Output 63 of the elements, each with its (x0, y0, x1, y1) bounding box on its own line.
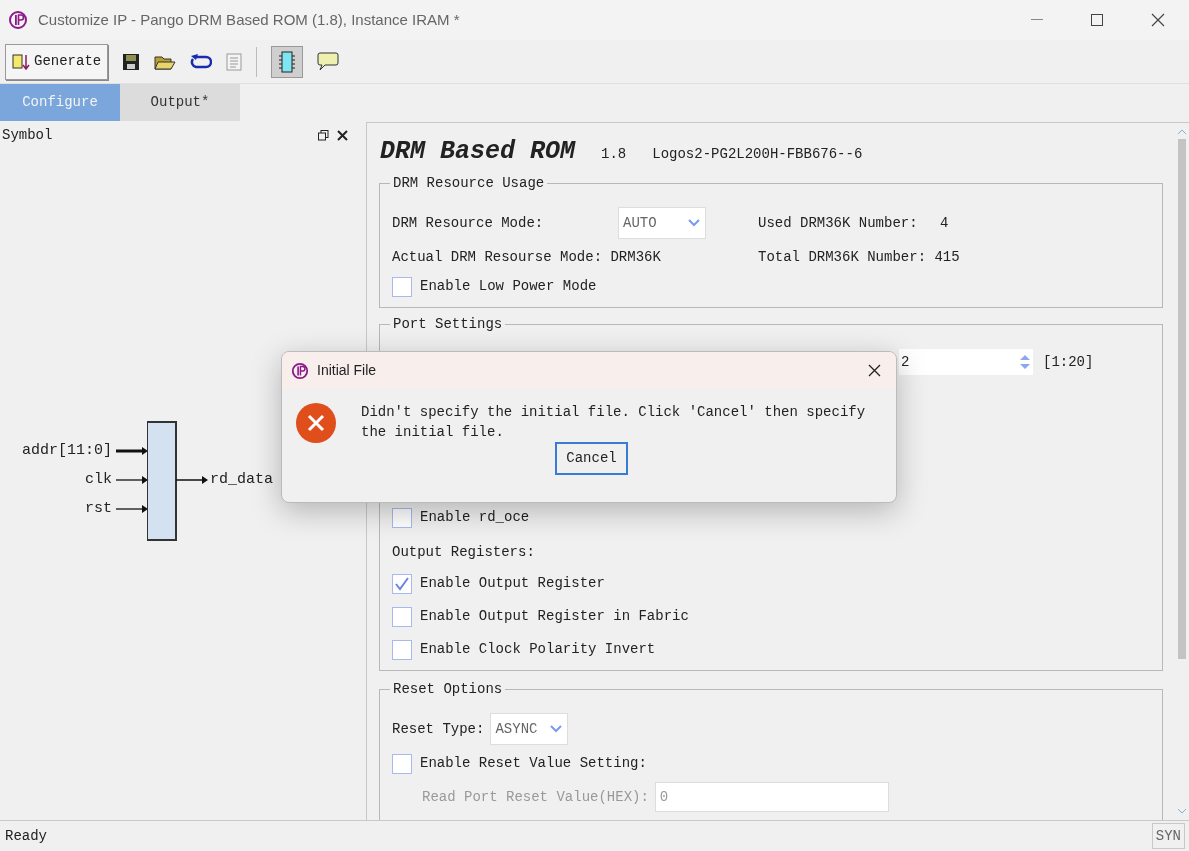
checkbox-label: Enable Clock Polarity Invert (420, 640, 656, 659)
checkbox-label: Enable Reset Value Setting: (420, 754, 647, 773)
status-text: Ready (4, 826, 48, 846)
group-title: DRM Resource Usage (390, 174, 548, 192)
window-title: Customize IP - Pango DRM Based ROM (1.8), Instance IRAM * (38, 9, 461, 30)
checkbox[interactable] (392, 753, 412, 774)
chevron-down-icon (549, 724, 564, 734)
checkbox-label: Enable Output Register (420, 574, 605, 593)
chip-icon (278, 50, 297, 73)
scroll-down-icon[interactable] (1177, 806, 1187, 816)
generate-icon (12, 52, 30, 71)
field-label: DRM Resource Mode: (392, 213, 545, 233)
pin-label: addr[11:0] (22, 442, 112, 460)
ip-logo-icon (291, 361, 309, 380)
pin-label: rst (85, 500, 112, 518)
generate-button[interactable]: Generate (5, 43, 109, 80)
refresh-icon[interactable] (190, 53, 213, 70)
ip-title: DRM Based ROM (380, 137, 576, 167)
close-icon[interactable] (337, 129, 348, 141)
maximize-icon[interactable] (1091, 14, 1103, 26)
mode-dropdown[interactable]: AUTO (618, 207, 706, 239)
checkbox-label: Enable Low Power Mode (420, 277, 597, 296)
chip-toggle-button[interactable] (271, 45, 304, 78)
field-label: Read Port Reset Value(HEX): (422, 787, 649, 807)
minimize-icon[interactable] (1031, 19, 1043, 21)
status-indicator: SYN (1151, 823, 1185, 849)
speech-bubble-icon[interactable] (317, 51, 340, 72)
spin-field[interactable]: 2 (899, 349, 1033, 375)
version-text: 1.8 (601, 145, 627, 164)
close-icon[interactable] (1151, 13, 1165, 27)
cancel-button[interactable]: Cancel (555, 442, 628, 475)
pin-label: rd_data (210, 471, 273, 489)
checkbox[interactable] (392, 606, 412, 627)
section-label: Output Registers: (392, 543, 536, 562)
info-text: Actual DRM Resourse Mode: DRM36K (392, 248, 662, 267)
scroll-up-icon[interactable] (1177, 127, 1187, 137)
field-label: Reset Type: (392, 719, 485, 739)
checkbox[interactable] (392, 573, 412, 594)
dialog-title: Initial File (317, 361, 378, 380)
group-title: Port Settings (390, 315, 506, 333)
checkbox[interactable] (392, 507, 412, 528)
save-icon[interactable] (122, 52, 141, 71)
tab[interactable]: Output* (120, 84, 240, 121)
close-icon[interactable] (868, 364, 881, 377)
error-icon (295, 402, 337, 444)
dialog-message: Didn't specify the initial file. Click 'Cancel' then specify the initial file. (361, 403, 867, 442)
spin-arrows-icon (1019, 353, 1031, 371)
group-title: Reset Options (390, 680, 506, 698)
device-text: Logos2-PG2L200H-FBB676--6 (652, 145, 863, 164)
panel-title: Symbol (2, 125, 54, 145)
pin-label: clk (85, 471, 112, 489)
range-text: [1:20] (1043, 352, 1094, 372)
checkbox-label: Enable rd_oce (420, 508, 530, 527)
field-value: 4 (940, 213, 949, 233)
field-label: Used DRM36K Number: (758, 213, 919, 233)
checkbox-label: Enable Output Register in Fabric (420, 607, 689, 626)
restore-icon[interactable] (318, 129, 329, 141)
ip-logo-icon (8, 10, 28, 30)
checkbox[interactable] (392, 276, 412, 297)
chevron-down-icon (687, 218, 701, 228)
info-text: Total DRM36K Number: 415 (758, 248, 960, 267)
reset-type-dropdown[interactable]: ASYNC (490, 713, 569, 745)
checkbox[interactable] (392, 639, 412, 660)
